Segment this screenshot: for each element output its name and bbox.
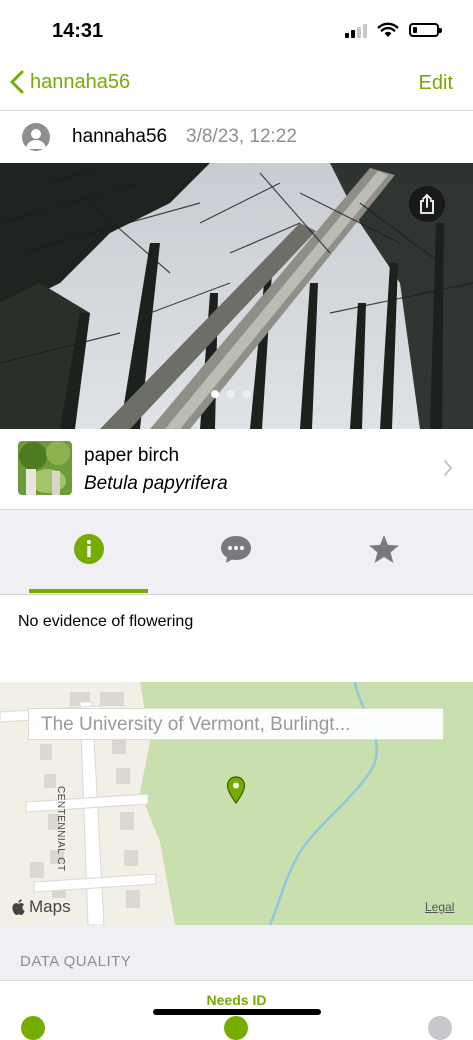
- apple-maps-logo: Maps: [12, 897, 71, 917]
- user-icon: [26, 129, 46, 149]
- back-label: hannaha56: [30, 70, 131, 93]
- observer-username[interactable]: hannaha56: [72, 126, 167, 148]
- info-icon: [74, 534, 104, 564]
- tab-favorites[interactable]: [324, 534, 444, 594]
- observer-row[interactable]: hannaha56 3/8/23, 12:22: [0, 111, 473, 163]
- data-quality-title: DATA QUALITY: [20, 953, 132, 970]
- photo-page-indicator[interactable]: [211, 390, 251, 398]
- status-bar: 14:31: [0, 0, 473, 60]
- detail-tabs: [0, 510, 473, 595]
- cellular-signal-icon: [345, 22, 367, 38]
- maps-label: Maps: [29, 897, 71, 916]
- tab-activity[interactable]: [176, 534, 296, 594]
- chat-bubble-icon: [221, 536, 251, 563]
- navigation-bar: hannaha56 Edit: [0, 60, 473, 111]
- quality-casual-marker: [21, 1016, 45, 1040]
- back-button[interactable]: hannaha56: [10, 70, 130, 94]
- quality-research-marker: [428, 1016, 452, 1040]
- apple-logo-icon: [12, 899, 25, 915]
- annotation-text: No evidence of flowering: [18, 613, 194, 630]
- observation-datetime: 3/8/23, 12:22: [186, 126, 297, 147]
- chevron-left-icon: [10, 70, 24, 94]
- data-quality-header: DATA QUALITY: [0, 925, 473, 981]
- map-pin-icon[interactable]: [226, 776, 246, 804]
- tab-info[interactable]: [29, 534, 149, 594]
- star-icon: [369, 535, 399, 563]
- share-icon: [420, 193, 434, 214]
- status-icons: [345, 22, 442, 38]
- taxon-row[interactable]: paper birch Betula papyrifera: [0, 429, 473, 510]
- home-indicator[interactable]: [153, 1009, 321, 1015]
- clock: 14:31: [52, 20, 104, 42]
- legal-link[interactable]: Legal: [425, 900, 454, 914]
- taxon-scientific-name: Betula papyrifera: [84, 473, 228, 494]
- page-dot[interactable]: [227, 390, 235, 398]
- wifi-icon: [377, 22, 399, 37]
- edit-button[interactable]: Edit: [419, 72, 453, 95]
- page-dot[interactable]: [243, 390, 251, 398]
- quality-needs-id-marker: [224, 1016, 248, 1040]
- street-label: CENTENNIAL CT: [55, 786, 66, 872]
- map-location-field[interactable]: The University of Vermont, Burlingt...: [28, 708, 444, 740]
- share-button[interactable]: [409, 186, 445, 222]
- chevron-right-icon: [444, 460, 453, 476]
- active-tab-indicator: [29, 589, 148, 593]
- avatar[interactable]: [22, 123, 50, 151]
- battery-icon: [409, 23, 442, 37]
- page-dot[interactable]: [211, 390, 219, 398]
- taxon-thumbnail: [18, 441, 72, 495]
- quality-status: Needs ID: [206, 992, 267, 1008]
- taxon-common-name: paper birch: [84, 445, 180, 466]
